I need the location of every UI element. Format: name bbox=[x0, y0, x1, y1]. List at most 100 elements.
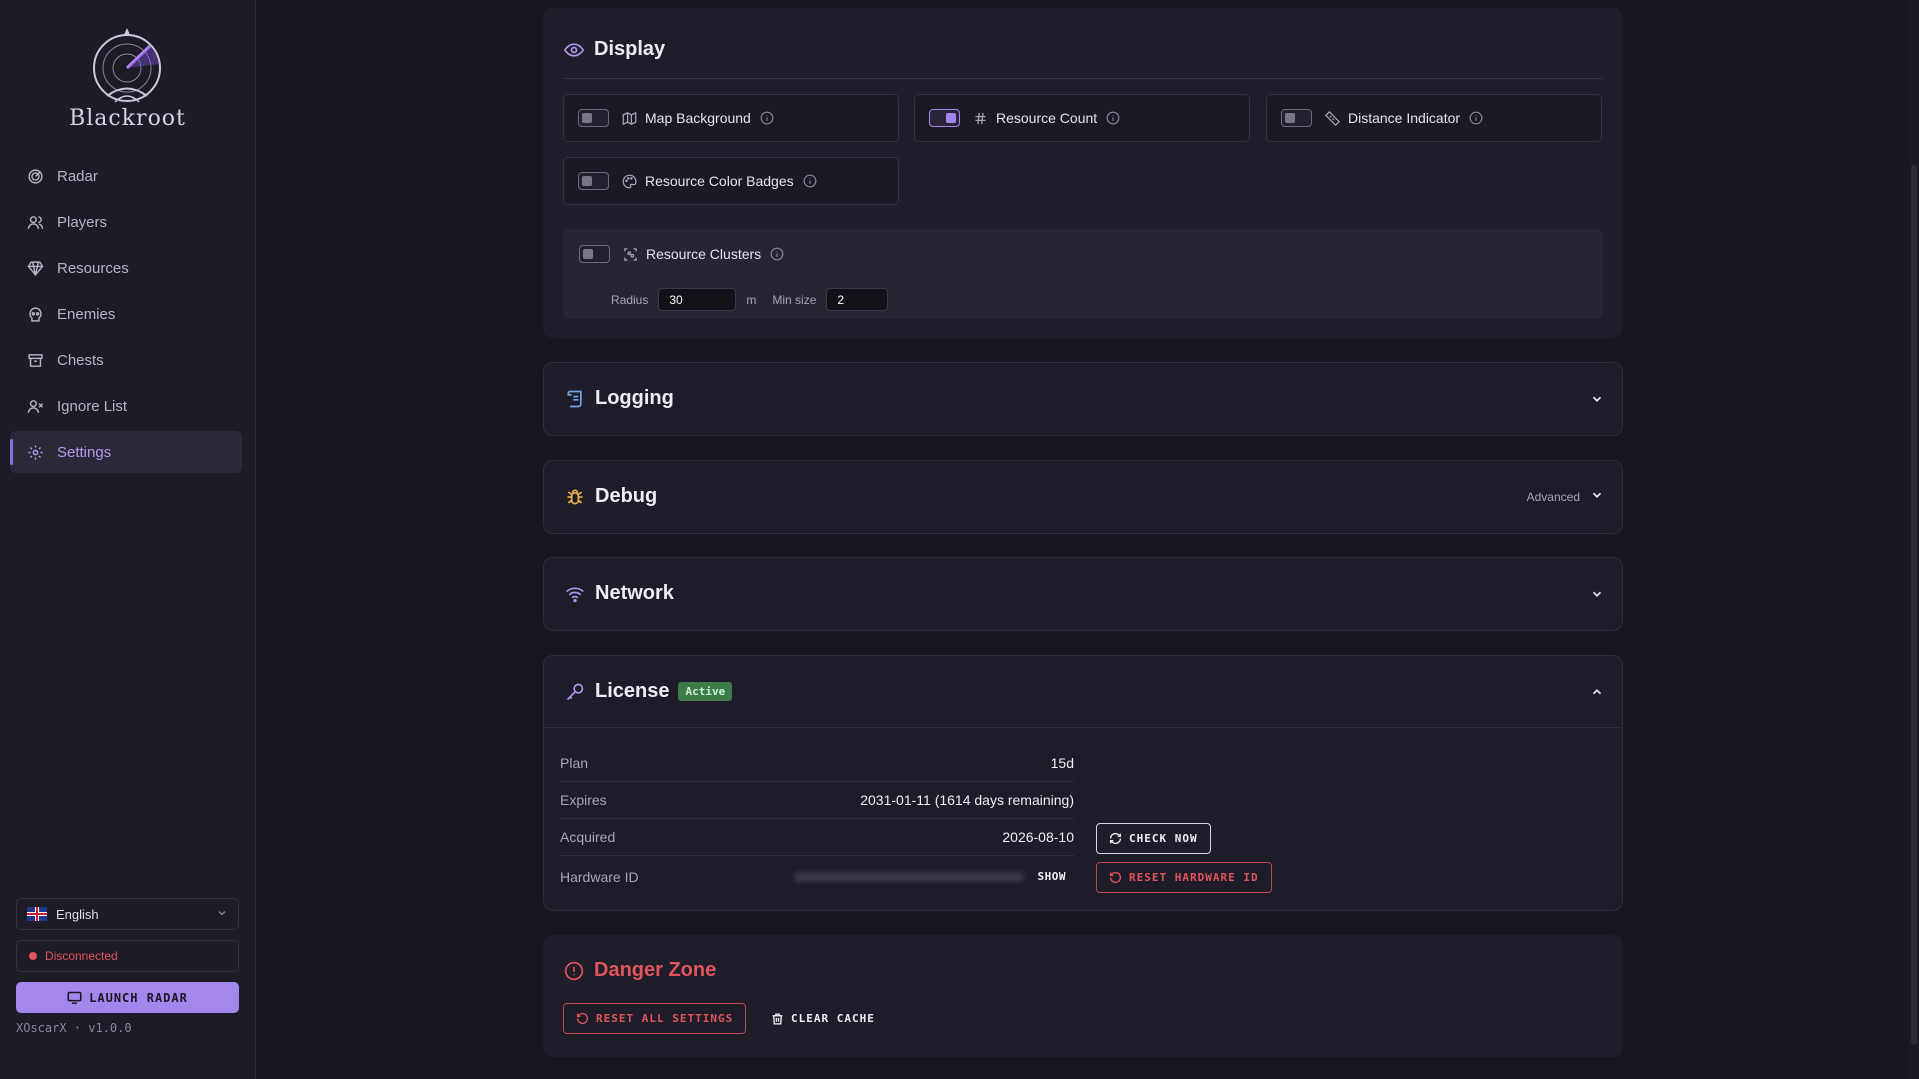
sidebar-item-settings[interactable]: Settings bbox=[10, 431, 242, 473]
row-label: Acquired bbox=[560, 829, 616, 845]
map-background-toggle[interactable] bbox=[578, 109, 609, 127]
palette-icon bbox=[621, 173, 637, 189]
min-size-label: Min size bbox=[772, 292, 817, 307]
hardware-id-masked bbox=[793, 871, 1024, 882]
row-label: Hardware ID bbox=[560, 868, 639, 885]
resource-count-toggle[interactable] bbox=[929, 109, 960, 127]
license-row-acquired: Acquired 2026-08-10 bbox=[560, 819, 1074, 856]
cluster-icon bbox=[622, 246, 638, 262]
uk-flag-icon bbox=[27, 907, 47, 921]
logging-section[interactable]: Logging bbox=[543, 362, 1623, 436]
rotate-ccw-icon bbox=[576, 1012, 589, 1025]
option-label: Map Background bbox=[645, 110, 751, 126]
network-section[interactable]: Network bbox=[543, 557, 1623, 631]
info-icon[interactable] bbox=[760, 111, 774, 125]
sidebar-item-label: Resources bbox=[57, 259, 129, 277]
app-logo: Blackroot bbox=[55, 26, 200, 136]
sidebar-item-label: Chests bbox=[57, 351, 104, 369]
advanced-tag: Advanced bbox=[1526, 489, 1580, 504]
section-title: Danger Zone bbox=[594, 959, 717, 981]
section-title: Network bbox=[595, 582, 674, 604]
license-row-plan: Plan 15d bbox=[560, 745, 1074, 782]
sidebar-footer: English Disconnected LAUNCH RADAR XOscar… bbox=[16, 898, 239, 1035]
option-label: Resource Clusters bbox=[646, 246, 762, 262]
license-row-hardware-id: Hardware ID SHOW bbox=[560, 858, 1074, 895]
sidebar-item-players[interactable]: Players bbox=[10, 201, 242, 243]
wifi-icon bbox=[564, 583, 586, 605]
debug-section[interactable]: Debug Advanced bbox=[543, 460, 1623, 534]
show-hardware-id-button[interactable]: SHOW bbox=[1038, 870, 1067, 883]
sidebar-item-ignore-list[interactable]: Ignore List bbox=[10, 385, 242, 427]
resource-clusters-panel: Resource Clusters Radius 30 m Min size 2 bbox=[563, 229, 1603, 319]
map-icon bbox=[621, 110, 637, 126]
rotate-ccw-icon bbox=[1109, 871, 1122, 884]
language-select[interactable]: English bbox=[16, 898, 239, 930]
sidebar-item-label: Ignore List bbox=[57, 397, 128, 415]
chevron-up-icon[interactable] bbox=[1590, 685, 1604, 699]
option-map-background: Map Background bbox=[563, 94, 899, 142]
chevron-down-icon[interactable] bbox=[1590, 485, 1604, 508]
divider bbox=[544, 727, 1622, 728]
chevron-down-icon[interactable] bbox=[1590, 587, 1604, 601]
scroll-icon bbox=[564, 388, 586, 410]
sidebar-item-chests[interactable]: Chests bbox=[10, 339, 242, 381]
row-value: 2026-08-10 bbox=[1002, 829, 1074, 845]
option-label: Resource Count bbox=[996, 110, 1098, 126]
ruler-icon bbox=[1324, 110, 1340, 126]
reset-all-settings-button[interactable]: RESET ALL SETTINGS bbox=[563, 1003, 747, 1034]
radius-input[interactable]: 30 bbox=[658, 288, 737, 311]
section-title: Display bbox=[594, 38, 666, 60]
row-value: 15d bbox=[1050, 755, 1074, 771]
option-label: Resource Color Badges bbox=[645, 173, 794, 189]
sidebar-item-enemies[interactable]: Enemies bbox=[10, 293, 242, 335]
option-resource-count: Resource Count bbox=[914, 94, 1250, 142]
sidebar-item-label: Players bbox=[57, 213, 108, 231]
row-value: 2031-01-11 (1614 days remaining) bbox=[860, 792, 1074, 808]
option-distance-indicator: Distance Indicator bbox=[1266, 94, 1602, 142]
clear-cache-label: CLEAR CACHE bbox=[791, 1012, 875, 1025]
gear-icon bbox=[26, 443, 44, 461]
clear-cache-button[interactable]: CLEAR CACHE bbox=[771, 1003, 887, 1034]
resource-clusters-toggle[interactable] bbox=[579, 245, 610, 263]
version-label: XOscarX · v1.0.0 bbox=[16, 1021, 132, 1035]
info-icon[interactable] bbox=[1106, 111, 1120, 125]
launch-radar-button[interactable]: LAUNCH RADAR bbox=[16, 982, 239, 1013]
alert-circle-icon bbox=[563, 960, 585, 982]
language-label: English bbox=[56, 906, 99, 922]
chevron-down-icon[interactable] bbox=[1590, 392, 1604, 406]
status-badge: Active bbox=[678, 682, 733, 701]
gem-icon bbox=[26, 259, 44, 277]
info-icon[interactable] bbox=[803, 174, 817, 188]
bug-icon bbox=[564, 486, 586, 508]
divider bbox=[563, 78, 1603, 79]
license-row-expires: Expires 2031-01-11 (1614 days remaining) bbox=[560, 782, 1074, 819]
reset-hardware-id-button[interactable]: RESET HARDWARE ID bbox=[1096, 862, 1272, 893]
min-size-input[interactable]: 2 bbox=[826, 288, 889, 311]
user-x-icon bbox=[26, 397, 44, 415]
sidebar-item-label: Enemies bbox=[57, 305, 116, 323]
resource-color-badges-toggle[interactable] bbox=[578, 172, 609, 190]
key-icon bbox=[564, 681, 586, 703]
monitor-icon bbox=[67, 991, 82, 1004]
check-now-label: CHECK NOW bbox=[1129, 832, 1198, 845]
display-section: Display Map Background Resource Count Di… bbox=[543, 8, 1623, 338]
info-icon[interactable] bbox=[770, 247, 784, 261]
scrollbar[interactable] bbox=[1909, 0, 1919, 1079]
scrollbar-thumb[interactable] bbox=[1911, 165, 1917, 1045]
reset-all-settings-label: RESET ALL SETTINGS bbox=[596, 1012, 734, 1025]
users-icon bbox=[26, 213, 44, 231]
sidebar: Blackroot Radar Players Resources Enemie… bbox=[0, 0, 256, 1079]
license-header[interactable]: License Active bbox=[564, 680, 1604, 703]
distance-indicator-toggle[interactable] bbox=[1281, 109, 1312, 127]
archive-icon bbox=[26, 351, 44, 369]
sidebar-item-resources[interactable]: Resources bbox=[10, 247, 242, 289]
sidebar-nav: Radar Players Resources Enemies Chests I… bbox=[10, 155, 242, 477]
hash-icon bbox=[972, 110, 988, 126]
sidebar-item-radar[interactable]: Radar bbox=[10, 155, 242, 197]
skull-icon bbox=[26, 305, 44, 323]
license-section: License Active Plan 15d Expires 2031-01-… bbox=[543, 655, 1623, 911]
connection-status: Disconnected bbox=[16, 940, 239, 972]
info-icon[interactable] bbox=[1469, 111, 1483, 125]
check-now-button[interactable]: CHECK NOW bbox=[1096, 823, 1211, 854]
section-title: Debug bbox=[595, 485, 658, 507]
